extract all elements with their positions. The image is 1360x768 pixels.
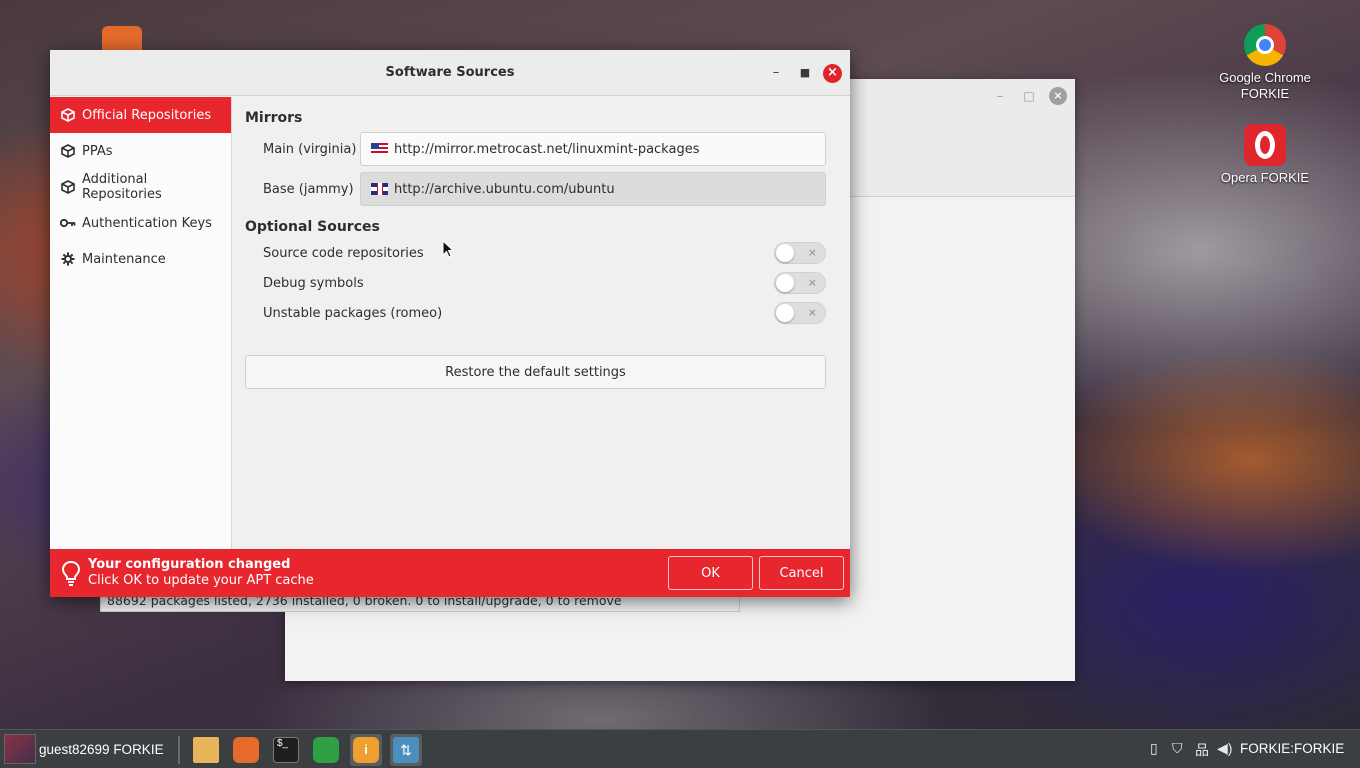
taskbar-files[interactable] [190, 734, 222, 766]
desktop-icon-chrome[interactable]: Google Chrome FORKIE [1215, 24, 1315, 102]
desktop-icon-label: FORKIE [1240, 86, 1290, 101]
network-icon[interactable]: 品 [1195, 740, 1209, 760]
sidebar: Official Repositories PPAs Additional Re… [50, 97, 232, 549]
taskbar-update-manager[interactable] [310, 734, 342, 766]
sidebar-item-label: Authentication Keys [82, 215, 212, 231]
optional-sources-heading: Optional Sources [245, 219, 380, 235]
cancel-button[interactable]: Cancel [759, 556, 844, 590]
restore-defaults-button[interactable]: Restore the default settings [245, 355, 826, 389]
desktop-icon-label: Google Chrome [1219, 70, 1311, 85]
mouse-cursor-icon [442, 240, 454, 258]
package-icon [60, 179, 76, 195]
base-mirror-label: Base (jammy) [263, 182, 354, 197]
key-icon [60, 215, 76, 231]
shield-icon[interactable]: ⛉ [1172, 740, 1183, 757]
minimize-icon[interactable]: – [766, 64, 786, 84]
taskbar-user-label: guest82699 FORKIE [39, 741, 164, 757]
option-label: Debug symbols [263, 276, 364, 291]
source-code-toggle[interactable]: × [774, 242, 826, 264]
base-mirror-url: http://archive.ubuntu.com/ubuntu [394, 181, 615, 197]
sidebar-item-maintenance[interactable]: Maintenance [50, 241, 231, 277]
desktop-icon-opera[interactable]: Opera FORKIE [1215, 124, 1315, 186]
debug-symbols-toggle[interactable]: × [774, 272, 826, 294]
taskbar-separator [178, 736, 180, 764]
option-label: Unstable packages (romeo) [263, 306, 443, 321]
close-icon[interactable]: × [1049, 87, 1067, 105]
user-avatar [4, 734, 36, 764]
gear-icon [60, 251, 76, 267]
toggle-off-icon: × [807, 246, 817, 259]
terminal-icon: $_ [273, 737, 299, 763]
maximize-icon[interactable]: ■ [795, 64, 815, 84]
sidebar-item-additional-repositories[interactable]: Additional Repositories [50, 169, 231, 205]
taskbar-user-button[interactable]: guest82699 FORKIE [4, 733, 164, 765]
option-label: Source code repositories [263, 246, 424, 261]
sidebar-item-label: Additional Repositories [81, 172, 162, 202]
opera-icon [1244, 124, 1286, 166]
package-manager-icon: ⇅ [393, 737, 419, 763]
info-icon: i [353, 737, 379, 763]
folder-icon [193, 737, 219, 763]
toggle-knob [776, 244, 794, 262]
firefox-icon [233, 737, 259, 763]
package-icon [60, 143, 76, 159]
taskbar-synaptic[interactable]: ⇅ [390, 734, 422, 766]
toggle-off-icon: × [807, 306, 817, 319]
package-icon [60, 107, 76, 123]
maximize-icon[interactable]: □ [1020, 87, 1038, 105]
chrome-icon [1244, 24, 1286, 66]
lightbulb-icon [61, 560, 81, 586]
uk-flag-icon [371, 183, 388, 195]
clipboard-icon[interactable]: ▯ [1150, 740, 1158, 757]
minimize-icon[interactable]: – [991, 87, 1009, 105]
sidebar-item-official-repositories[interactable]: Official Repositories [50, 97, 231, 133]
volume-icon[interactable]: ◀) [1217, 740, 1232, 757]
close-icon[interactable]: × [823, 64, 842, 83]
sidebar-item-label: Maintenance [82, 251, 166, 267]
toggle-off-icon: × [807, 276, 817, 289]
us-flag-icon [371, 143, 388, 155]
main-mirror-label: Main (virginia) [263, 142, 357, 157]
ok-button[interactable]: OK [668, 556, 753, 590]
dialog-title: Software Sources [385, 65, 515, 80]
taskbar-firefox[interactable] [230, 734, 262, 766]
shield-icon [313, 737, 339, 763]
infobar-title: Your configuration changed [88, 557, 291, 572]
toggle-knob [776, 304, 794, 322]
taskbar-clock[interactable]: FORKIE:FORKIE [1240, 741, 1344, 756]
software-sources-dialog: Software Sources – ■ × Official Reposito… [50, 50, 850, 597]
taskbar: guest82699 FORKIE $_ i ⇅ ▯ ⛉ 品 ◀) FORKIE… [0, 729, 1360, 768]
dialog-titlebar[interactable]: Software Sources – ■ × [50, 50, 850, 96]
toggle-knob [776, 274, 794, 292]
content-panel: Mirrors Main (virginia) http://mirror.me… [233, 97, 850, 549]
base-mirror-button[interactable]: http://archive.ubuntu.com/ubuntu [360, 172, 826, 206]
infobar-message: Click OK to update your APT cache [88, 573, 314, 588]
mirrors-heading: Mirrors [245, 110, 303, 126]
sidebar-item-label: Official Repositories [82, 107, 212, 123]
sidebar-item-authentication-keys[interactable]: Authentication Keys [50, 205, 231, 241]
taskbar-software-sources[interactable]: i [350, 734, 382, 766]
unstable-packages-toggle[interactable]: × [774, 302, 826, 324]
sidebar-item-label: PPAs [82, 143, 113, 159]
main-mirror-url: http://mirror.metrocast.net/linuxmint-pa… [394, 141, 700, 157]
main-mirror-button[interactable]: http://mirror.metrocast.net/linuxmint-pa… [360, 132, 826, 166]
desktop-icon-label: Opera FORKIE [1220, 170, 1310, 185]
desktop-app-icon-partial[interactable] [102, 26, 142, 50]
config-changed-infobar: Your configuration changed Click OK to u… [50, 549, 850, 597]
taskbar-terminal[interactable]: $_ [270, 734, 302, 766]
sidebar-item-ppas[interactable]: PPAs [50, 133, 231, 169]
